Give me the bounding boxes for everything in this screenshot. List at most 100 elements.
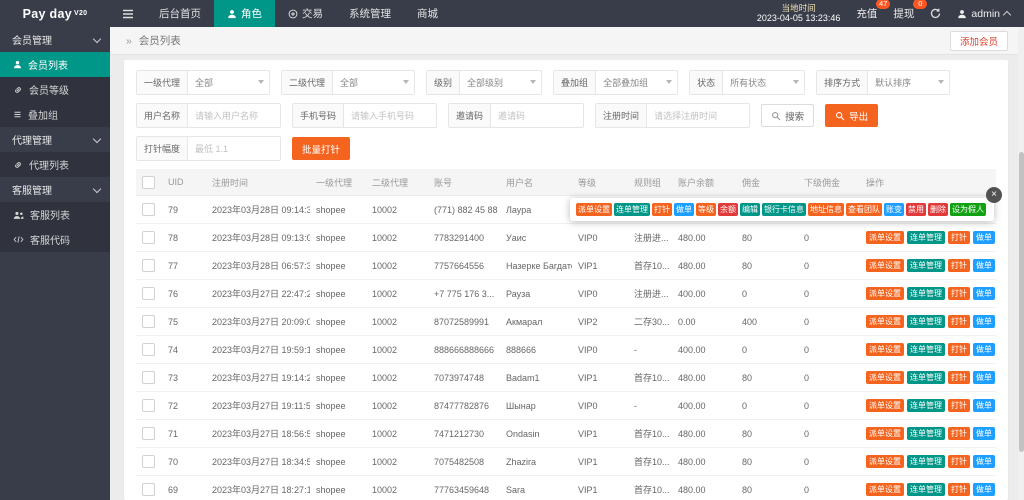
search-button[interactable]: 搜索: [761, 104, 815, 127]
popup-action-button-删除[interactable]: 删除: [928, 203, 948, 216]
select-all-checkbox[interactable]: [142, 175, 155, 189]
action-button-派单设置[interactable]: 派单设置: [866, 427, 904, 440]
action-button-做单[interactable]: 做单: [973, 343, 995, 356]
action-button-打针[interactable]: 打针: [948, 315, 970, 328]
action-button-派单设置[interactable]: 派单设置: [866, 399, 904, 412]
filter-input-field[interactable]: [188, 104, 281, 127]
action-button-做单[interactable]: 做单: [973, 287, 995, 300]
row-checkbox[interactable]: [142, 315, 155, 328]
scrollbar-thumb[interactable]: [1018, 152, 1024, 452]
nav-item-1[interactable]: 后台首页: [146, 0, 214, 27]
recharge-link[interactable]: 充值 47: [856, 0, 891, 21]
popup-action-button-禁用[interactable]: 禁用: [906, 203, 926, 216]
action-button-打针[interactable]: 打针: [948, 287, 970, 300]
row-checkbox[interactable]: [142, 483, 155, 496]
action-button-连单管理[interactable]: 连单管理: [907, 455, 945, 468]
popup-action-button-银行卡信息[interactable]: 银行卡信息: [762, 203, 806, 216]
filter-select-value[interactable]: 全部叠加组: [596, 71, 677, 94]
popup-action-button-查看团队[interactable]: 查看团队: [846, 203, 882, 216]
row-checkbox[interactable]: [142, 371, 155, 384]
row-checkbox[interactable]: [142, 259, 155, 272]
withdraw-link[interactable]: 提现 0: [893, 0, 928, 21]
nav-item-2[interactable]: 角色: [214, 0, 275, 27]
sidebar-item-叠加组[interactable]: 叠加组: [0, 102, 110, 127]
filter-input-field[interactable]: [344, 104, 437, 127]
action-button-派单设置[interactable]: 派单设置: [866, 343, 904, 356]
filter-select-value[interactable]: 全部: [333, 71, 414, 94]
user-menu[interactable]: admin: [957, 8, 1012, 20]
sidebar-group-1[interactable]: 会员管理: [0, 27, 110, 52]
popup-action-button-账变[interactable]: 账变: [884, 203, 904, 216]
close-icon[interactable]: ×: [986, 187, 1002, 203]
action-button-打针[interactable]: 打针: [948, 455, 970, 468]
action-button-打针[interactable]: 打针: [948, 399, 970, 412]
action-button-派单设置[interactable]: 派单设置: [866, 455, 904, 468]
action-button-做单[interactable]: 做单: [973, 455, 995, 468]
popup-action-button-地址信息[interactable]: 地址信息: [808, 203, 844, 216]
row-checkbox[interactable]: [142, 343, 155, 356]
row-checkbox[interactable]: [142, 399, 155, 412]
sidebar-item-客服列表[interactable]: 客服列表: [0, 202, 110, 227]
filter-input-field[interactable]: [491, 104, 584, 127]
action-button-打针[interactable]: 打针: [948, 259, 970, 272]
row-checkbox[interactable]: [142, 203, 155, 216]
action-button-派单设置[interactable]: 派单设置: [866, 483, 904, 496]
add-member-button[interactable]: 添加会员: [949, 30, 1008, 51]
filter-select-value[interactable]: 默认排序: [868, 71, 949, 94]
action-button-打针[interactable]: 打针: [948, 343, 970, 356]
action-button-派单设置[interactable]: 派单设置: [866, 259, 904, 272]
export-button[interactable]: 导出: [825, 104, 879, 127]
nav-item-3[interactable]: 交易: [275, 0, 336, 27]
row-checkbox[interactable]: [142, 427, 155, 440]
inject-range-input[interactable]: [188, 137, 281, 160]
row-checkbox[interactable]: [142, 455, 155, 468]
hamburger-menu-icon[interactable]: [110, 0, 146, 27]
popup-action-button-设为假人[interactable]: 设为假人: [950, 203, 986, 216]
action-button-做单[interactable]: 做单: [973, 231, 995, 244]
sidebar-item-代理列表[interactable]: 代理列表: [0, 152, 110, 177]
popup-action-button-编辑[interactable]: 编辑: [740, 203, 760, 216]
action-button-连单管理[interactable]: 连单管理: [907, 231, 945, 244]
row-checkbox[interactable]: [142, 231, 155, 244]
popup-action-button-等级[interactable]: 等级: [696, 203, 716, 216]
action-button-连单管理[interactable]: 连单管理: [907, 287, 945, 300]
nav-item-5[interactable]: 商城: [404, 0, 451, 27]
action-button-打针[interactable]: 打针: [948, 371, 970, 384]
popup-action-button-做单[interactable]: 做单: [674, 203, 694, 216]
action-button-连单管理[interactable]: 连单管理: [907, 483, 945, 496]
batch-inject-button[interactable]: 批量打针: [292, 137, 351, 160]
sidebar-group-2[interactable]: 代理管理: [0, 127, 110, 152]
filter-select-value[interactable]: 所有状态: [723, 71, 804, 94]
popup-action-button-派单设置[interactable]: 派单设置: [576, 203, 612, 216]
action-button-连单管理[interactable]: 连单管理: [907, 315, 945, 328]
action-button-做单[interactable]: 做单: [973, 427, 995, 440]
action-button-连单管理[interactable]: 连单管理: [907, 371, 945, 384]
popup-action-button-连单管理[interactable]: 连单管理: [614, 203, 650, 216]
action-button-派单设置[interactable]: 派单设置: [866, 315, 904, 328]
nav-item-4[interactable]: 系统管理: [336, 0, 404, 27]
action-button-做单[interactable]: 做单: [973, 259, 995, 272]
action-button-打针[interactable]: 打针: [948, 231, 970, 244]
filter-select-value[interactable]: 全部: [188, 71, 269, 94]
filter-input-field[interactable]: [647, 104, 750, 127]
sidebar-item-客服代码[interactable]: 客服代码: [0, 227, 110, 252]
popup-action-button-打针[interactable]: 打针: [652, 203, 672, 216]
action-button-打针[interactable]: 打针: [948, 427, 970, 440]
action-button-做单[interactable]: 做单: [973, 371, 995, 384]
refresh-icon[interactable]: [930, 8, 941, 19]
action-button-连单管理[interactable]: 连单管理: [907, 427, 945, 440]
sidebar-item-会员列表[interactable]: 会员列表: [0, 52, 110, 77]
filter-select-value[interactable]: 全部级别: [460, 71, 541, 94]
sidebar-group-3[interactable]: 客服管理: [0, 177, 110, 202]
action-button-打针[interactable]: 打针: [948, 483, 970, 496]
action-button-连单管理[interactable]: 连单管理: [907, 399, 945, 412]
action-button-派单设置[interactable]: 派单设置: [866, 287, 904, 300]
popup-action-button-余额[interactable]: 余额: [718, 203, 738, 216]
action-button-连单管理[interactable]: 连单管理: [907, 343, 945, 356]
sidebar-item-会员等级[interactable]: 会员等级: [0, 77, 110, 102]
action-button-做单[interactable]: 做单: [973, 399, 995, 412]
row-checkbox[interactable]: [142, 287, 155, 300]
action-button-派单设置[interactable]: 派单设置: [866, 371, 904, 384]
action-button-连单管理[interactable]: 连单管理: [907, 259, 945, 272]
action-button-做单[interactable]: 做单: [973, 483, 995, 496]
